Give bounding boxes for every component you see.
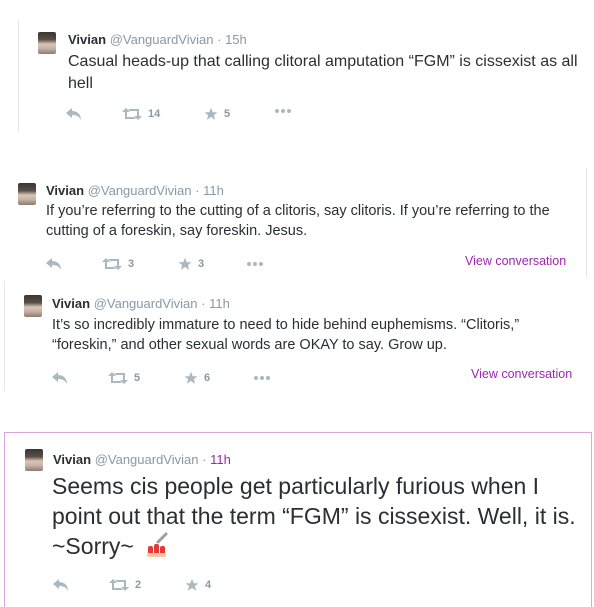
display-name[interactable]: Vivian xyxy=(46,183,84,198)
more-icon xyxy=(275,109,291,113)
user-handle[interactable]: @VanguardVivian xyxy=(95,452,199,467)
reply-button[interactable] xyxy=(52,372,68,384)
tweet-text: Casual heads-up that calling clitoral am… xyxy=(68,53,578,92)
nail-polish-emoji-icon xyxy=(147,532,168,557)
user-handle[interactable]: @VanguardVivian xyxy=(110,32,214,47)
retweet-icon xyxy=(108,372,128,384)
avatar[interactable] xyxy=(38,32,56,54)
retweet-icon xyxy=(109,579,129,591)
like-button[interactable]: 4 xyxy=(185,578,211,592)
tweet-4[interactable]: Vivian @VanguardVivian · 11h Seems cis p… xyxy=(4,432,592,607)
retweet-count: 2 xyxy=(135,579,142,591)
tweet-text: If you’re referring to the cutting of a … xyxy=(46,203,550,239)
display-name[interactable]: Vivian xyxy=(68,32,106,47)
star-icon xyxy=(185,578,199,591)
like-count: 3 xyxy=(198,258,205,270)
avatar[interactable] xyxy=(18,183,36,205)
retweet-count: 3 xyxy=(128,258,135,270)
timestamp[interactable]: 11h xyxy=(209,296,230,311)
tweet-header: Vivian @VanguardVivian · 11h xyxy=(46,183,224,198)
avatar[interactable] xyxy=(25,449,43,471)
tweet-header: Vivian @VanguardVivian · 11h xyxy=(53,452,231,467)
retweet-button[interactable]: 3 xyxy=(102,258,134,270)
view-conversation-link[interactable]: View conversation xyxy=(465,254,566,268)
separator-dot: · xyxy=(195,183,200,198)
user-handle[interactable]: @VanguardVivian xyxy=(94,296,198,311)
display-name[interactable]: Vivian xyxy=(53,452,91,467)
tweet-text: Seems cis people get particularly furiou… xyxy=(52,472,582,562)
reply-button[interactable] xyxy=(66,108,82,120)
reply-icon xyxy=(46,258,61,270)
star-icon xyxy=(204,107,218,120)
timestamp[interactable]: 15h xyxy=(225,32,247,47)
retweet-button[interactable]: 14 xyxy=(122,108,160,120)
like-button[interactable]: 6 xyxy=(184,371,210,385)
more-icon xyxy=(254,376,270,380)
reply-icon xyxy=(52,372,67,384)
separator-dot: · xyxy=(202,452,207,467)
reply-button[interactable] xyxy=(53,579,69,591)
reply-button[interactable] xyxy=(46,258,62,270)
retweet-icon xyxy=(122,108,142,120)
retweet-icon xyxy=(102,258,122,270)
tweet-2-right-rule xyxy=(586,168,587,278)
like-button[interactable]: 5 xyxy=(204,107,230,121)
view-conversation-link[interactable]: View conversation xyxy=(471,367,572,381)
reply-icon xyxy=(53,579,68,591)
display-name[interactable]: Vivian xyxy=(52,296,90,311)
avatar[interactable] xyxy=(24,295,42,317)
like-button[interactable]: 3 xyxy=(178,257,204,271)
more-button[interactable] xyxy=(275,108,291,114)
retweet-button[interactable]: 2 xyxy=(109,579,141,591)
tweet-header: Vivian @VanguardVivian · 11h xyxy=(52,296,230,311)
tweet-1[interactable]: Vivian @VanguardVivian · 15h Casual head… xyxy=(18,20,594,132)
user-handle[interactable]: @VanguardVivian xyxy=(88,183,192,198)
tweet-text-body: Seems cis people get particularly furiou… xyxy=(52,473,576,559)
tweet-3[interactable]: Vivian @VanguardVivian · 11h It’s so inc… xyxy=(4,281,594,391)
retweet-count: 5 xyxy=(134,372,141,384)
timestamp[interactable]: 11h xyxy=(203,183,224,198)
separator-dot: · xyxy=(217,32,222,47)
reply-icon xyxy=(66,108,81,120)
star-icon xyxy=(178,257,192,270)
tweet-2[interactable]: Vivian @VanguardVivian · 11h If you’re r… xyxy=(0,168,594,278)
tweet-1-left-rule xyxy=(18,20,19,132)
timestamp[interactable]: 11h xyxy=(210,452,231,467)
separator-dot: · xyxy=(201,296,206,311)
like-count: 6 xyxy=(204,372,211,384)
more-button[interactable] xyxy=(247,261,263,267)
like-count: 5 xyxy=(224,108,231,120)
retweet-count: 14 xyxy=(148,108,161,120)
tweet-3-left-rule xyxy=(4,281,5,391)
tweet-header: Vivian @VanguardVivian · 15h xyxy=(68,32,247,47)
like-count: 4 xyxy=(205,579,212,591)
more-button[interactable] xyxy=(254,375,270,381)
star-icon xyxy=(184,371,198,384)
tweet-text: It’s so incredibly immature to need to h… xyxy=(52,317,520,353)
more-icon xyxy=(247,262,263,266)
retweet-button[interactable]: 5 xyxy=(108,372,140,384)
